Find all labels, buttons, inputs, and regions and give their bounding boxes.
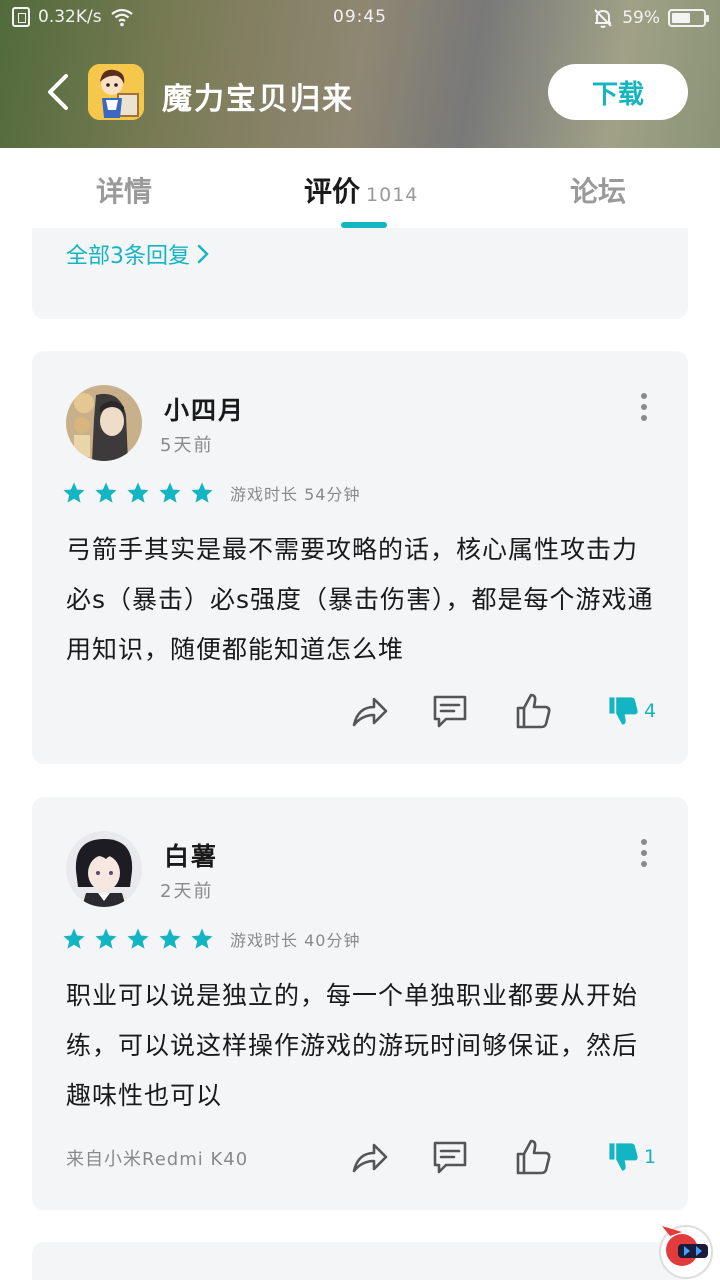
review-card: 小四月 5天前 游戏时长 54分钟 弓箭手其实是最不需要攻略的话，核心属性攻击力…: [32, 351, 688, 764]
thumbs-down-icon: [609, 697, 638, 725]
star-icon: [127, 928, 149, 949]
tab-bar: 详情 评价 1014 论坛: [0, 148, 720, 228]
dislike-button[interactable]: 1: [606, 1137, 676, 1177]
review-card: [32, 1242, 688, 1280]
all-replies-link[interactable]: 全部3条回复: [66, 238, 210, 270]
dislike-count: 4: [644, 700, 657, 722]
star-icon: [95, 482, 117, 503]
dislike-button[interactable]: 4: [606, 691, 676, 731]
tab-reviews-label: 评价: [304, 175, 361, 208]
share-icon[interactable]: [350, 1137, 390, 1177]
bell-muted-icon: [594, 9, 612, 28]
review-card: 全部3条回复: [32, 228, 688, 319]
avatar[interactable]: [66, 385, 142, 461]
thumbs-down-icon: [609, 1143, 638, 1171]
download-button[interactable]: 下载: [548, 64, 688, 120]
rating-stars: 游戏时长 40分钟: [62, 927, 360, 951]
review-actions: 4: [32, 687, 688, 737]
thumbs-up-icon[interactable]: [514, 1137, 554, 1177]
device-info: 来自小米Redmi K40: [66, 1149, 249, 1170]
rating-stars: 游戏时长 54分钟: [62, 481, 360, 505]
review-count: 1014: [366, 184, 419, 206]
avatar[interactable]: [66, 831, 142, 907]
comment-icon[interactable]: [430, 691, 470, 731]
comment-icon[interactable]: [430, 1137, 470, 1177]
floating-assistant-icon[interactable]: [652, 1218, 716, 1280]
review-text[interactable]: 弓箭手其实是最不需要攻略的话，核心属性攻击力必s（暴击）必s强度（暴击伤害），都…: [66, 525, 662, 675]
status-bar: 0.32K/s 09:45 59%: [0, 0, 720, 36]
playtime: 游戏时长 40分钟: [230, 931, 361, 950]
star-icon: [63, 928, 85, 949]
more-vertical-icon[interactable]: [632, 393, 656, 423]
star-icon: [63, 482, 85, 503]
thumbs-up-icon[interactable]: [514, 691, 554, 731]
battery-text: 59%: [622, 8, 660, 28]
playtime: 游戏时长 54分钟: [230, 485, 361, 504]
tab-reviews[interactable]: 评价 1014: [304, 170, 418, 210]
username[interactable]: 白薯: [164, 837, 218, 873]
app-title: 魔力宝贝归来: [162, 82, 354, 117]
tab-indicator: [341, 222, 387, 228]
review-actions: 来自小米Redmi K40 1: [32, 1133, 688, 1183]
share-icon[interactable]: [350, 691, 390, 731]
star-icon: [191, 482, 213, 503]
battery-icon: [668, 9, 709, 27]
star-icon: [127, 482, 149, 503]
post-time: 2天前: [160, 881, 214, 902]
star-icon: [191, 928, 213, 949]
post-time: 5天前: [160, 435, 214, 456]
chevron-right-icon: [197, 244, 209, 264]
star-icon: [159, 928, 181, 949]
username[interactable]: 小四月: [164, 391, 245, 427]
tab-details[interactable]: 详情: [96, 170, 152, 210]
back-arrow-icon[interactable]: [40, 72, 80, 112]
app-header: 0.32K/s 09:45 59% 魔力宝贝归来 下载: [0, 0, 720, 148]
nav-bar: 魔力宝贝归来 下载: [0, 60, 720, 128]
review-feed[interactable]: 全部3条回复 小四月 5天前 游戏时长 54分钟 弓箭手其实是最不需要攻略的话，…: [0, 228, 720, 1280]
dislike-count: 1: [644, 1146, 657, 1168]
more-vertical-icon[interactable]: [632, 839, 656, 869]
star-icon: [95, 928, 117, 949]
tab-forum[interactable]: 论坛: [570, 170, 626, 210]
app-icon: [88, 64, 144, 120]
review-text[interactable]: 职业可以说是独立的，每一个单独职业都要从开始练，可以说这样操作游戏的游玩时间够保…: [66, 971, 662, 1121]
review-card: 白薯 2天前 游戏时长 40分钟 职业可以说是独立的，每一个单独职业都要从开始练…: [32, 797, 688, 1210]
all-replies-label: 全部3条回复: [66, 244, 190, 269]
star-icon: [159, 482, 181, 503]
